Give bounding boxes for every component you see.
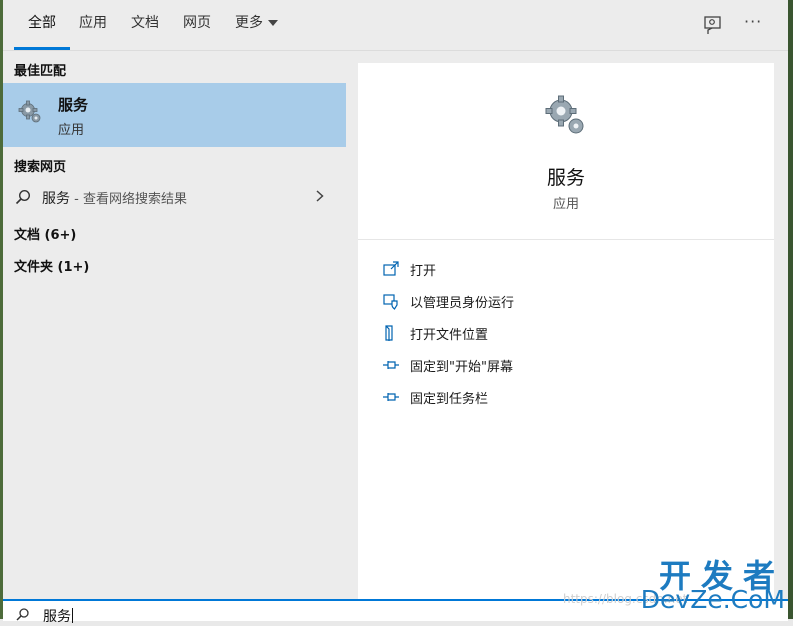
watermark-logo: 开发者 DevZe.CoM	[637, 551, 787, 614]
web-search-suffix: - 查看网络搜索结果	[70, 192, 187, 207]
watermark-en: DevZe.CoM	[640, 585, 785, 614]
tab-more[interactable]: 更多	[235, 0, 278, 50]
search-input-value: 服务	[43, 609, 71, 625]
action-pin-to-taskbar[interactable]: 固定到任务栏	[382, 385, 762, 409]
best-match-header: 最佳匹配	[14, 64, 67, 79]
action-label: 固定到"开始"屏幕	[410, 360, 513, 375]
pin-icon	[383, 393, 399, 401]
tab-web[interactable]: 网页	[183, 0, 211, 50]
detail-title: 服务	[546, 167, 585, 189]
action-label: 打开	[410, 264, 437, 279]
tab-documents[interactable]: 文档	[131, 0, 159, 50]
action-run-as-admin[interactable]: 以管理员身份运行	[382, 289, 762, 313]
best-match-subtitle: 应用	[58, 123, 85, 138]
shield-icon	[383, 294, 398, 310]
action-label: 打开文件位置	[410, 328, 489, 343]
divider	[358, 239, 774, 240]
chevron-down-icon	[268, 20, 278, 26]
best-match-item[interactable]: 服务 应用	[3, 83, 346, 147]
action-open[interactable]: 打开	[382, 257, 762, 281]
results-list: 最佳匹配 服务 应用 搜索网页 服务 - 查看网络搜索结果 文档 (6+) 文件…	[3, 51, 346, 599]
open-icon	[383, 261, 399, 276]
gear-icon	[545, 95, 584, 134]
detail-subtitle: 应用	[552, 197, 579, 212]
pin-icon	[383, 361, 399, 369]
start-search-panel: 全部 应用 文档 网页 更多 ··· 最佳匹配 服务 应用 搜索网页 服务 - …	[3, 0, 788, 625]
action-label: 以管理员身份运行	[410, 296, 515, 311]
web-search-result[interactable]: 服务 - 查看网络搜索结果	[3, 182, 346, 212]
tab-all[interactable]: 全部	[14, 0, 70, 50]
action-pin-to-start[interactable]: 固定到"开始"屏幕	[382, 353, 762, 377]
file-location-icon	[385, 325, 393, 341]
search-input[interactable]: 服务	[43, 606, 73, 626]
best-match-title: 服务	[58, 96, 89, 114]
tab-more-label: 更多	[235, 15, 263, 31]
web-search-query: 服务	[42, 191, 70, 207]
tab-apps[interactable]: 应用	[79, 0, 107, 50]
web-search-header: 搜索网页	[14, 160, 67, 175]
text-caret	[72, 608, 73, 623]
folders-category[interactable]: 文件夹 (1+)	[14, 256, 89, 275]
chevron-right-icon[interactable]	[316, 190, 324, 202]
desktop-edge-right	[788, 0, 793, 619]
action-open-file-location[interactable]: 打开文件位置	[382, 321, 762, 345]
web-search-text: 服务 - 查看网络搜索结果	[42, 188, 187, 208]
gear-icon	[18, 100, 41, 123]
action-label: 固定到任务栏	[410, 392, 489, 407]
detail-pane: 服务 应用 打开 以管理员身份运行 打开文件位置 固定到"开始"屏幕 固定到任务…	[358, 63, 774, 600]
more-options-icon[interactable]: ···	[744, 12, 766, 34]
search-filter-tabbar: 全部 应用 文档 网页 更多 ···	[3, 0, 788, 51]
search-icon	[15, 189, 31, 205]
documents-category[interactable]: 文档 (6+)	[14, 224, 76, 243]
feedback-icon[interactable]	[702, 14, 724, 36]
